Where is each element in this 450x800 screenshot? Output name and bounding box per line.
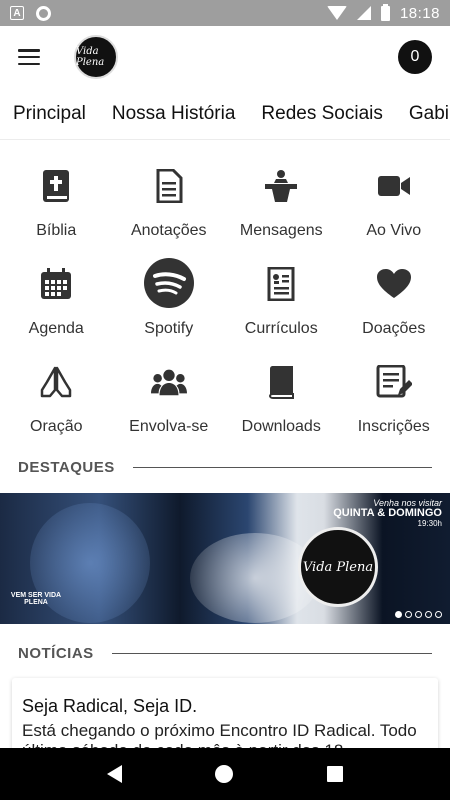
tab-nossa-historia[interactable]: Nossa História — [99, 103, 249, 125]
back-icon[interactable] — [106, 765, 122, 783]
grid-item-label: Oração — [30, 418, 83, 435]
banner-schedule: Venha nos visitar QUINTA & DOMINGO 19:30… — [333, 498, 442, 528]
notification-circle-icon — [36, 5, 51, 21]
grid-item-label: Downloads — [241, 418, 321, 435]
calendar-icon — [38, 266, 74, 302]
status-time: 18:18 — [399, 4, 440, 22]
carousel-dot[interactable] — [415, 611, 422, 618]
recent-apps-icon[interactable] — [327, 766, 344, 782]
grid-item-label: Currículos — [244, 320, 318, 337]
grid-item-doacoes[interactable]: Doações — [338, 256, 450, 354]
group-icon — [150, 364, 187, 400]
grid-item-inscricoes[interactable]: Inscrições — [338, 354, 450, 452]
grid-item-oracao[interactable]: Oração — [0, 354, 113, 452]
notification-a-icon: A — [10, 6, 24, 20]
home-icon[interactable] — [215, 765, 234, 783]
cart-badge[interactable]: 0 — [398, 40, 432, 74]
schedule-line-3: 19:30h — [417, 518, 442, 528]
banner-emblem: Vida Plena — [298, 527, 378, 607]
tab-redes-sociais[interactable]: Redes Sociais — [248, 103, 395, 125]
app-logo[interactable]: Vida Plena — [74, 35, 118, 79]
grid-item-label: Spotify — [144, 320, 194, 337]
banner-tagline: VEM SER VIDA PLENA — [10, 592, 62, 606]
tab-bar: Principal Nossa História Redes Sociais G… — [0, 88, 450, 140]
praying-hands-icon — [38, 364, 74, 400]
menu-icon[interactable] — [18, 49, 40, 65]
grid-item-label: Mensagens — [239, 222, 323, 239]
grid-item-biblia[interactable]: Bíblia — [0, 158, 113, 256]
news-header: NOTÍCIAS — [0, 645, 450, 662]
grid-item-ao-vivo[interactable]: Ao Vivo — [338, 158, 450, 256]
grid-item-downloads[interactable]: Downloads — [225, 354, 338, 452]
highlights-banner[interactable]: VEM SER VIDA PLENA Vida Plena Venha nos … — [0, 493, 450, 624]
spotify-icon — [143, 258, 194, 308]
wifi-icon — [326, 6, 347, 20]
tab-gabi[interactable]: Gabi — [396, 103, 450, 125]
grid-item-agenda[interactable]: Agenda — [0, 256, 113, 354]
app-bar: Vida Plena 0 — [0, 26, 450, 88]
grid-item-label: Bíblia — [36, 222, 77, 239]
heart-icon — [376, 266, 412, 302]
divider — [111, 653, 432, 654]
carousel-dot[interactable] — [425, 611, 432, 618]
grid-item-label: Agenda — [28, 320, 84, 337]
grid-item-label: Envolva-se — [129, 418, 209, 435]
tab-principal[interactable]: Principal — [0, 103, 99, 125]
video-camera-icon — [376, 168, 412, 204]
grid-item-curriculos[interactable]: Currículos — [225, 256, 338, 354]
grid-item-label: Ao Vivo — [366, 222, 422, 239]
grid-item-spotify[interactable]: Spotify — [113, 256, 226, 354]
system-nav-bar — [0, 748, 450, 800]
carousel-dots[interactable] — [395, 611, 442, 618]
grid-item-envolva-se[interactable]: Envolva-se — [113, 354, 226, 452]
news-title: NOTÍCIAS — [18, 645, 94, 662]
highlights-header: DESTAQUES — [0, 459, 450, 476]
news-card[interactable]: Seja Radical, Seja ID. Está chegando o p… — [12, 678, 438, 758]
carousel-dot[interactable] — [405, 611, 412, 618]
feature-grid: Bíblia Anotações Mensagens Ao Vivo Agend… — [0, 158, 450, 452]
bible-icon — [38, 168, 74, 204]
battery-icon — [380, 3, 390, 21]
grid-item-mensagens[interactable]: Mensagens — [225, 158, 338, 256]
pulpit-icon — [263, 168, 299, 204]
carousel-dot[interactable] — [395, 611, 402, 618]
status-bar: A 18:18 — [0, 0, 450, 26]
carousel-dot[interactable] — [435, 611, 442, 618]
form-edit-icon — [376, 364, 412, 400]
signal-icon — [356, 6, 371, 20]
grid-item-label: Doações — [362, 320, 426, 337]
divider — [132, 467, 432, 468]
book-icon — [263, 364, 299, 400]
highlights-title: DESTAQUES — [18, 459, 115, 476]
news-card-title: Seja Radical, Seja ID. — [22, 696, 198, 716]
resume-icon — [263, 266, 299, 302]
notes-icon — [151, 168, 187, 204]
grid-item-label: Anotações — [130, 222, 207, 239]
grid-item-anotacoes[interactable]: Anotações — [113, 158, 226, 256]
grid-item-label: Inscrições — [357, 418, 430, 435]
